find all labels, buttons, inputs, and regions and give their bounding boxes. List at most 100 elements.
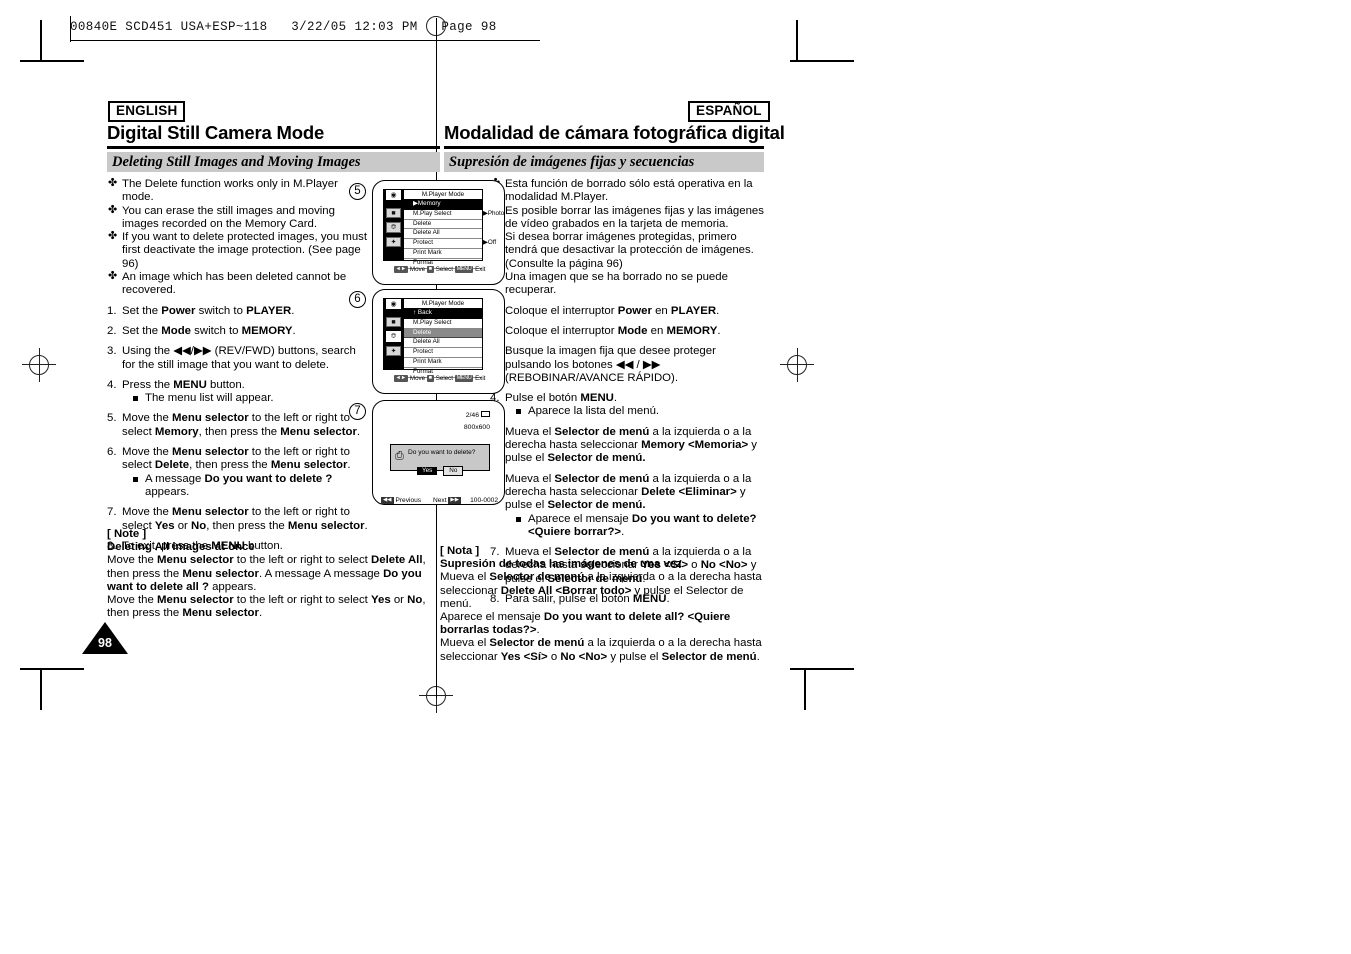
step-item: 1. Set the Power switch to PLAYER. — [107, 304, 295, 317]
language-tag-english: ENGLISH — [108, 101, 186, 122]
note-block-english: [ Note ] Deleting All images at once Mov… — [107, 528, 442, 620]
camera-mode-icon: ◉ — [386, 190, 401, 200]
sub-note-item: Aparece el mensaje Do you want to delete… — [516, 513, 765, 540]
page-number-badge: 98 — [82, 622, 128, 654]
menu-row-value: ▶Photo — [483, 209, 505, 217]
sub-note-item: A message Do you want to delete ? appear… — [133, 473, 369, 500]
menu-row[interactable]: Delete — [404, 220, 482, 230]
menu-row[interactable]: Delete — [404, 328, 482, 339]
bullet-item: ✤Si desea borrar imágenes protegidas, pr… — [490, 230, 765, 271]
lcd2-menu-screen: ◉ ■ ⎊ ✦ M.Player Mode ↑ Back M.Play Selec… — [383, 298, 483, 378]
section-header-spanish: Supresión de imágenes fijas y secuencias — [444, 152, 764, 172]
page-number-text: 98 — [98, 636, 112, 650]
bullet-list-english: ✤ The Delete function works only in M.Pla… — [107, 177, 369, 298]
step-number: 6. — [107, 446, 117, 459]
figure-step-circle-7: 7 — [349, 403, 366, 420]
step-number: 3. — [107, 345, 117, 358]
menu-row[interactable]: Delete All — [404, 338, 482, 349]
menu-row[interactable]: ▶Memory — [404, 200, 482, 210]
menu-row[interactable]: M.Play Select ▶Photo — [404, 210, 504, 220]
lcd2-exit-label: Exit — [475, 375, 486, 382]
print-slug: 00840E SCD451 USA+ESP~118 3/22/05 12:03 … — [70, 20, 497, 34]
note-label-spanish: [ Nota ] — [440, 545, 480, 557]
step-item: 6. Move the Menu selector to the left or … — [107, 446, 369, 499]
fwd-icon: ▶▶ — [448, 497, 462, 504]
lcd1-select-label: Select — [435, 266, 453, 273]
manual-page: 00840E SCD451 USA+ESP~118 3/22/05 12:03 … — [0, 0, 1351, 954]
lcd3-no-button[interactable]: No — [443, 466, 464, 476]
lcd-figure-menu-delete: ◉ ■ ⎊ ✦ M.Player Mode ↑ Back M.Play Selec… — [372, 289, 505, 394]
square-bullet-icon — [516, 409, 521, 415]
crop-mark-top-right-h — [790, 60, 854, 62]
menu-row[interactable]: Protect ▶Off — [404, 239, 496, 249]
menu-row[interactable]: ↑ Back — [404, 309, 482, 319]
memory-card-icon: ■ — [386, 208, 401, 218]
lcd3-resolution: 800x600 — [463, 424, 490, 431]
square-bullet-icon — [133, 476, 138, 482]
crop-mark-bottom-left-v — [40, 668, 42, 710]
lcd3-confirm-dialog: ⎙ Do you want to delete? Yes No — [390, 444, 490, 476]
memory-card-icon — [481, 411, 490, 417]
trash-icon: ⎊ — [386, 222, 401, 233]
crop-mark-bottom-right-h — [790, 668, 854, 670]
menu-row[interactable]: Protect — [404, 348, 482, 358]
lcd1-menu-rows: ▶Memory M.Play Select ▶Photo Delete Delete A… — [404, 200, 504, 269]
lcd2-footer: ◄► Move ■ Select MENU Exit — [383, 374, 496, 383]
lcd1-icon-column: ◉ ■ ⎊ ✦ — [383, 189, 404, 261]
move-key-icon: ◄► — [393, 266, 409, 273]
lcd1-menu-title: M.Player Mode — [404, 190, 482, 200]
memory-card-icon: ■ — [386, 317, 401, 327]
lcd3-dialog-buttons: Yes No — [417, 459, 464, 477]
bullet-marker-icon: ✤ — [108, 177, 118, 189]
step-list-english: 1. Set the Power switch to PLAYER. 2. Set t… — [107, 305, 369, 553]
lcd3-yes-button[interactable]: Yes — [417, 467, 438, 475]
sub-note-list: The menu list will appear. — [122, 392, 369, 405]
lcd1-menu-list: M.Player Mode ▶Memory M.Play Select ▶Photo… — [404, 189, 504, 269]
lcd1-menu-screen: ◉ ■ ⎊ ✦ M.Player Mode ▶Memory M.Play Sele… — [383, 189, 504, 269]
content-column-english: ✤ The Delete function works only in M.Pla… — [107, 177, 369, 560]
menu-row[interactable]: Delete All — [404, 229, 482, 240]
bullet-item: ✤ The Delete function works only in M.Pla… — [108, 177, 338, 204]
protect-icon: ✦ — [386, 237, 401, 247]
title-rule-english — [107, 146, 440, 149]
step-item: 4. Press the MENU button. The menu list wi… — [107, 379, 369, 406]
note-block-spanish: [ Nota ] Supresión de todas las imágenes… — [440, 545, 775, 664]
page-title-spanish: Modalidad de cámara fotográfica digital — [444, 122, 785, 143]
select-key-icon: ■ — [426, 266, 435, 273]
lcd3-file-number: 100-0002 — [470, 497, 498, 504]
lcd2-menu-list: M.Player Mode ↑ Back M.Play Select Delete D… — [404, 298, 483, 378]
lcd2-menu-title: M.Player Mode — [404, 299, 482, 309]
sub-note-item: Aparece la lista del menú. — [516, 405, 765, 418]
step-number: 2. — [107, 324, 117, 337]
crop-mark-bottom-right-v — [804, 668, 806, 710]
bullet-item: ✤ If you want to delete protected images,… — [108, 230, 368, 270]
note-label-english: [ Note ] — [107, 528, 147, 540]
camera-mode-icon: ◉ — [386, 299, 401, 309]
sub-note-list: Aparece el mensaje Do you want to delete… — [505, 513, 765, 540]
note-subtitle-spanish: Supresión de todas las imágenes de una v… — [440, 558, 682, 571]
lcd1-footer: ◄► Move ■ Select MENU Exit — [383, 265, 496, 274]
square-bullet-icon — [516, 516, 521, 522]
step-item: 1.Coloque el interruptor Power en PLAYER… — [490, 305, 765, 318]
language-tag-spanish: ESPAÑOL — [688, 101, 770, 122]
figure-step-circle-6: 6 — [349, 291, 366, 308]
menu-row[interactable]: Print Mark — [404, 249, 482, 259]
bullet-item: ✤Esta función de borrado sólo está opera… — [490, 177, 765, 205]
step-item: 5. Move the Menu selector to the left or … — [107, 412, 361, 438]
menu-row[interactable]: Print Mark — [404, 358, 482, 368]
step-item: 6.Mueva el Selector de menú a la izquier… — [490, 473, 765, 539]
step-item: 5.Mueva el Selector de menú a la izquier… — [490, 426, 765, 466]
title-rule-spanish — [444, 146, 764, 149]
bullet-marker-icon: ✤ — [108, 230, 118, 243]
lcd3-counter-text: 2/46 — [465, 412, 479, 419]
bullet-item: ✤Es posible borrar las imágenes fijas y … — [490, 204, 765, 232]
bullet-marker-icon: ✤ — [108, 270, 118, 283]
lcd2-icon-column: ◉ ■ ⎊ ✦ — [383, 298, 404, 370]
lcd2-select-label: Select — [435, 375, 453, 382]
step-item: 3.Busque la imagen fija que desee proteg… — [490, 345, 765, 385]
protect-icon: ✦ — [386, 346, 401, 356]
menu-row[interactable]: M.Play Select — [404, 319, 482, 329]
sub-note-item: The menu list will appear. — [133, 392, 369, 405]
bullet-item: ✤ An image which has been deleted cannot … — [108, 270, 347, 297]
bullet-item: ✤Una imagen que se ha borrado no se pued… — [490, 270, 765, 298]
